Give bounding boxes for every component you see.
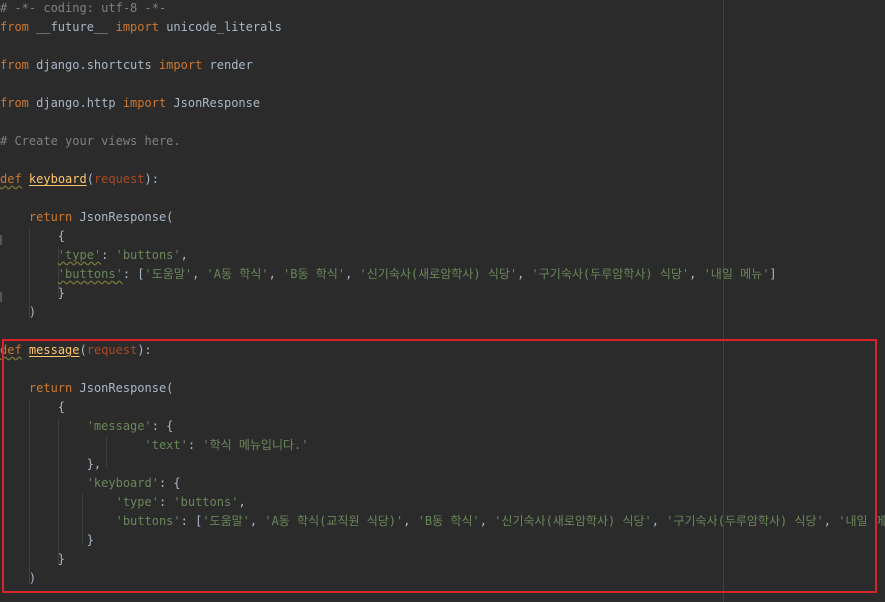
code-line[interactable] <box>0 37 885 56</box>
code-token: django.http <box>28 96 123 110</box>
code-line[interactable]: from django.shortcuts import render <box>0 56 885 75</box>
code-line[interactable]: 'buttons': ['도움말', 'A동 학식', 'B동 학식', '신기… <box>0 265 885 284</box>
code-line[interactable]: # Create your views here. <box>0 132 885 151</box>
code-token: 'type' <box>57 248 102 262</box>
code-token: from <box>0 58 29 72</box>
code-token: return <box>28 210 73 224</box>
code-token: , <box>268 267 284 281</box>
code-token: JsonResponse <box>166 96 261 110</box>
code-token: django.shortcuts <box>28 58 159 72</box>
code-line[interactable]: # -*- coding: utf-8 -*- <box>0 0 885 18</box>
code-token: unicode_literals <box>158 20 282 34</box>
code-editor[interactable]: # -*- coding: utf-8 -*- from __future__ i… <box>0 0 885 602</box>
code-line[interactable]: def keyboard(request): <box>0 170 885 189</box>
code-token: JsonResponse( <box>72 210 174 224</box>
code-token: 'buttons' <box>115 248 181 262</box>
code-line[interactable]: ) <box>0 303 885 322</box>
code-token: 'B동 학식' <box>283 267 346 281</box>
code-token: : <box>101 248 116 262</box>
code-token: } <box>0 286 66 300</box>
code-line[interactable]: } <box>0 284 885 303</box>
code-token: '구기숙사(두루암학사) 식당' <box>531 267 690 281</box>
code-token: # -*- coding: utf-8 -*- <box>0 1 167 15</box>
code-token: keyboard <box>28 172 87 186</box>
code-token: from <box>0 20 29 34</box>
code-line[interactable]: { <box>0 227 885 246</box>
code-token: request <box>93 172 145 186</box>
code-token: ] <box>769 267 777 281</box>
code-token: , <box>345 267 360 281</box>
code-token: 'buttons' <box>57 267 123 281</box>
code-token: 'A동 학식' <box>206 267 269 281</box>
code-token: '신기숙사(새로암학사) 식당' <box>359 267 518 281</box>
code-token: import <box>158 58 203 72</box>
code-line[interactable]: 'type': 'buttons', <box>0 246 885 265</box>
code-token: ( <box>86 172 94 186</box>
code-token: : [ <box>122 267 145 281</box>
code-token: ): <box>144 172 159 186</box>
code-line[interactable] <box>0 189 885 208</box>
code-token: { <box>0 229 66 243</box>
code-token: '도움말' <box>144 267 193 281</box>
highlight-box <box>2 339 877 593</box>
code-line[interactable] <box>0 75 885 94</box>
code-token: ) <box>0 305 37 319</box>
code-token: def <box>0 172 22 186</box>
code-token: import <box>122 96 167 110</box>
code-token: '내일 메뉴' <box>703 267 770 281</box>
code-line[interactable]: from django.http import JsonResponse <box>0 94 885 113</box>
code-token: render <box>202 58 253 72</box>
code-token: import <box>115 20 159 34</box>
code-token: , <box>192 267 207 281</box>
code-token: __future__ <box>28 20 116 34</box>
code-line[interactable]: from __future__ import unicode_literals <box>0 18 885 37</box>
code-token: from <box>0 96 29 110</box>
code-line[interactable] <box>0 151 885 170</box>
code-line[interactable] <box>0 113 885 132</box>
code-line[interactable]: return JsonResponse( <box>0 208 885 227</box>
code-token: , <box>180 248 188 262</box>
code-token: # Create your views here. <box>0 134 181 148</box>
code-token: , <box>517 267 532 281</box>
code-token: , <box>689 267 704 281</box>
